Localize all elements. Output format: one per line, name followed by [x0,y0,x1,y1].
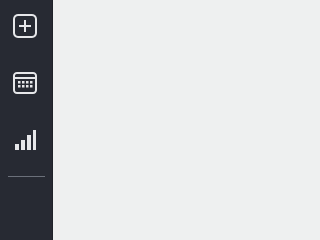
sidebar-item-add[interactable] [11,12,39,40]
main-content-area [53,0,320,240]
sidebar [0,0,53,240]
sidebar-divider [8,176,45,177]
add-square-icon [13,14,37,38]
signal-bars-icon [15,130,36,150]
app-window [0,0,320,240]
sidebar-item-calendar[interactable] [11,69,39,97]
calendar-icon [13,72,37,94]
sidebar-item-stats[interactable] [11,126,39,154]
